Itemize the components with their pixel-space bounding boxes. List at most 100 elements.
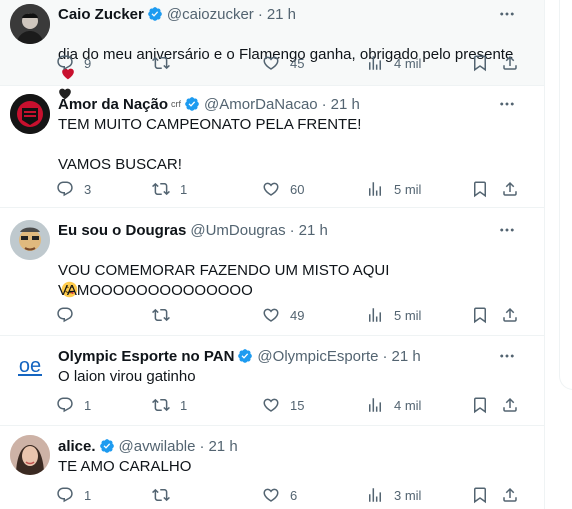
author-handle[interactable]: @UmDougras <box>190 222 285 239</box>
author-handle[interactable]: @OlympicEsporte <box>257 348 378 365</box>
like-button[interactable]: 60 <box>262 177 304 201</box>
heart-icon <box>262 486 280 504</box>
tweet-card[interactable]: Caio Zucker @caiozucker · 21 h dia do me… <box>0 0 544 100</box>
reply-button[interactable]: 1 <box>56 393 91 417</box>
author-name[interactable]: Olympic Esporte no PAN <box>58 348 234 365</box>
like-button[interactable]: 45 <box>262 51 304 75</box>
reply-count: 9 <box>84 55 92 71</box>
bookmark-button[interactable] <box>471 303 489 327</box>
bookmark-icon <box>471 306 489 324</box>
tweet-card[interactable]: Amor da Nação crf @AmorDaNacao · 21 h TE… <box>0 86 544 208</box>
separator-dot: · <box>199 437 205 455</box>
views-icon <box>366 180 384 198</box>
share-button[interactable] <box>501 303 519 327</box>
more-options-icon[interactable] <box>498 5 516 23</box>
retweet-icon <box>152 180 170 198</box>
reply-count: 3 <box>84 181 92 197</box>
like-count: 15 <box>290 397 305 413</box>
timestamp[interactable]: 21 h <box>392 348 421 365</box>
tweet-text: TEM MUITO CAMPEONATO PELA FRENTE! VAMOS … <box>58 116 362 173</box>
share-button[interactable] <box>501 51 519 75</box>
verified-badge-icon <box>237 348 253 364</box>
reply-button[interactable]: 3 <box>56 177 91 201</box>
bookmark-button[interactable] <box>471 483 489 507</box>
more-options-icon[interactable] <box>498 347 516 365</box>
author-name[interactable]: alice. <box>58 438 96 455</box>
share-icon <box>501 180 519 198</box>
author-name[interactable]: Eu sou o Dougras <box>58 222 186 239</box>
bookmark-button[interactable] <box>471 177 489 201</box>
share-button[interactable] <box>501 483 519 507</box>
more-options-icon[interactable] <box>498 95 516 113</box>
like-button[interactable]: 49 <box>262 303 304 327</box>
timestamp[interactable]: 21 h <box>331 96 360 113</box>
views-count: 3 mil <box>394 487 422 503</box>
heart-icon <box>262 54 280 72</box>
like-count: 6 <box>290 487 298 503</box>
views-button[interactable]: 4 mil <box>366 51 421 75</box>
bookmark-button[interactable] <box>471 393 489 417</box>
views-button[interactable]: 4 mil <box>366 393 421 417</box>
avatar[interactable] <box>10 94 50 134</box>
reply-icon <box>56 54 74 72</box>
views-button[interactable]: 3 mil <box>366 483 421 507</box>
timestamp[interactable]: 21 h <box>208 438 237 455</box>
tweet-card[interactable]: Eu sou o Dougras @UmDougras · 21 h VOU C… <box>0 208 544 336</box>
like-button[interactable]: 6 <box>262 483 297 507</box>
author-handle[interactable]: @avwilable <box>119 438 196 455</box>
reply-icon <box>56 486 74 504</box>
action-bar: 9 45 4 mil <box>48 51 528 75</box>
author-handle[interactable]: @AmorDaNacao <box>204 96 318 113</box>
action-bar: 1 1 15 4 mil <box>48 393 528 417</box>
views-count: 5 mil <box>394 307 422 323</box>
verified-badge-icon <box>147 6 163 22</box>
retweet-button[interactable] <box>152 483 180 507</box>
like-count: 60 <box>290 181 305 197</box>
author-name[interactable]: Caio Zucker <box>58 6 144 23</box>
reply-button[interactable] <box>56 303 84 327</box>
timestamp[interactable]: 21 h <box>299 222 328 239</box>
reply-button[interactable]: 9 <box>56 51 91 75</box>
avatar[interactable]: oe <box>10 345 50 385</box>
reply-count: 1 <box>84 487 92 503</box>
share-button[interactable] <box>501 177 519 201</box>
views-button[interactable]: 5 mil <box>366 177 421 201</box>
reply-count: 1 <box>84 397 92 413</box>
views-button[interactable]: 5 mil <box>366 303 421 327</box>
tweet-text: O laion virou gatinho <box>58 368 196 385</box>
retweet-button[interactable] <box>152 51 180 75</box>
verified-badge-icon <box>99 438 115 454</box>
bookmark-button[interactable] <box>471 51 489 75</box>
bookmark-icon <box>471 396 489 414</box>
like-button[interactable]: 15 <box>262 393 304 417</box>
share-button[interactable] <box>501 393 519 417</box>
separator-dot: · <box>382 347 388 365</box>
views-icon <box>366 486 384 504</box>
tweet-card[interactable]: oe Olympic Esporte no PAN @OlympicEsport… <box>0 336 544 426</box>
separator-dot: · <box>289 221 295 239</box>
affiliate-badge[interactable]: crf <box>171 99 181 109</box>
views-count: 4 mil <box>394 397 422 413</box>
retweet-icon <box>152 54 170 72</box>
retweet-button[interactable]: 1 <box>152 177 187 201</box>
reply-button[interactable]: 1 <box>56 483 91 507</box>
author-handle[interactable]: @caiozucker <box>167 6 254 23</box>
avatar[interactable] <box>10 435 50 475</box>
share-icon <box>501 54 519 72</box>
timestamp[interactable]: 21 h <box>267 6 296 23</box>
author-name[interactable]: Amor da Nação <box>58 96 168 113</box>
share-icon <box>501 306 519 324</box>
tweet-card[interactable]: alice. @avwilable · 21 h TE AMO CARALHO … <box>0 426 544 509</box>
side-panel-edge <box>559 0 572 390</box>
action-bar: 1 6 3 mil <box>48 483 528 507</box>
heart-icon <box>262 306 280 324</box>
avatar-logo-text: oe <box>19 355 41 377</box>
heart-icon <box>262 396 280 414</box>
views-icon <box>366 396 384 414</box>
retweet-button[interactable] <box>152 303 180 327</box>
avatar[interactable] <box>10 4 50 44</box>
avatar[interactable] <box>10 220 50 260</box>
more-options-icon[interactable] <box>498 221 516 239</box>
retweet-button[interactable]: 1 <box>152 393 187 417</box>
views-count: 5 mil <box>394 181 422 197</box>
